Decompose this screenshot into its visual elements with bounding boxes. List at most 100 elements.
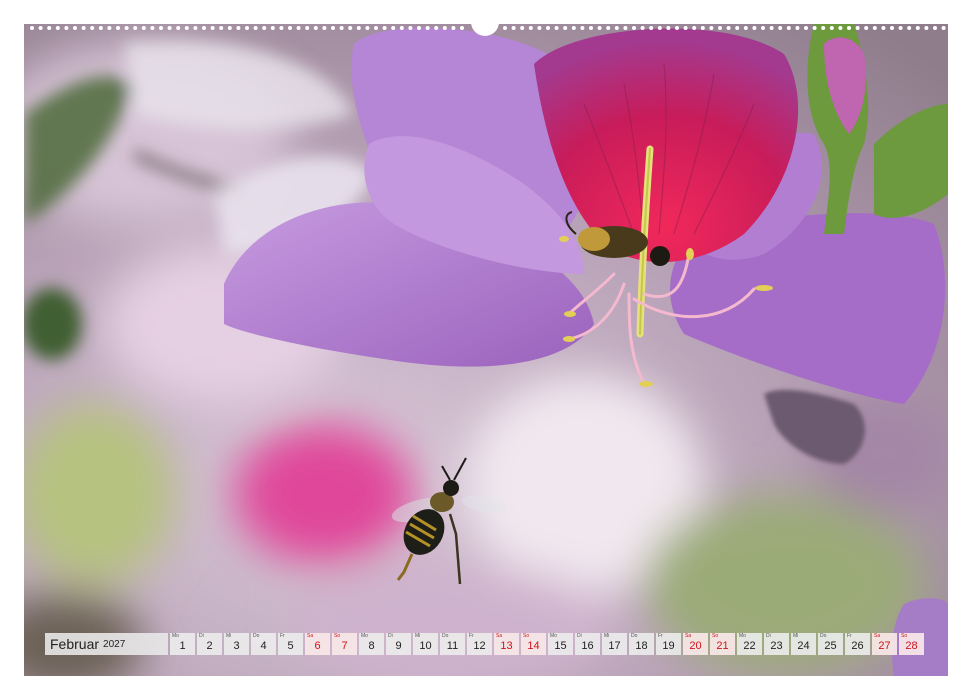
binding-hole: [503, 26, 507, 30]
day-number: 25: [824, 640, 837, 652]
day-cell: Fr 12: [467, 633, 492, 655]
binding-hole: [786, 26, 791, 30]
binding-hole: [348, 26, 353, 30]
day-number: 5: [287, 640, 294, 652]
binding-hole: [520, 26, 525, 30]
day-number: 13: [500, 640, 513, 652]
binding-hole: [167, 26, 172, 30]
binding-hole: [425, 26, 430, 30]
binding-hole: [270, 26, 275, 30]
day-cell: Mi 17: [602, 633, 627, 655]
day-number: 27: [878, 640, 891, 652]
binding-hole: [253, 26, 258, 30]
binding-hole: [124, 26, 129, 30]
binding-hole: [649, 26, 654, 30]
binding-hole: [554, 26, 559, 30]
binding-hole: [356, 26, 361, 30]
day-cell: Mi 24: [791, 633, 816, 655]
day-cell: Mo 22: [737, 633, 762, 655]
binding-hole: [907, 26, 912, 30]
binding-hole: [752, 26, 757, 30]
day-cell: Di 2: [197, 633, 222, 655]
binding-hole: [90, 26, 95, 30]
day-cell: Di 23: [764, 633, 789, 655]
binding-hole: [812, 26, 817, 30]
binding-hole: [511, 26, 516, 30]
binding-hole: [657, 26, 662, 30]
day-cell: Mo 1: [170, 633, 195, 655]
binding-hole: [726, 26, 731, 30]
binding-hole: [133, 26, 138, 30]
binding-hole: [709, 26, 714, 30]
binding-hole: [838, 26, 843, 30]
binding-hole: [442, 26, 447, 30]
day-cell: So 14: [521, 633, 546, 655]
binding-hole: [288, 26, 292, 30]
binding-hole: [804, 26, 808, 30]
binding-hole: [606, 26, 611, 30]
binding-hole: [700, 26, 705, 30]
binding-hole: [55, 26, 60, 30]
day-number: 10: [419, 640, 432, 652]
binding-hole: [227, 26, 232, 30]
day-number: 28: [905, 640, 918, 652]
binding-hole: [141, 26, 146, 30]
binding-hole: [64, 26, 69, 30]
day-number: 20: [689, 640, 702, 652]
day-cell: So 28: [899, 633, 924, 655]
day-cell: Di 9: [386, 633, 411, 655]
day-number: 24: [797, 640, 810, 652]
binding-hole: [675, 26, 679, 30]
day-number: 1: [179, 640, 186, 652]
day-cell: Fr 5: [278, 633, 303, 655]
binding-hole: [219, 26, 224, 30]
binding-hole: [735, 26, 740, 30]
binding-hole: [718, 26, 722, 30]
day-cell: Fr 19: [656, 633, 681, 655]
binding-hole: [829, 26, 834, 30]
binding-hole: [881, 26, 886, 30]
day-number: 6: [314, 640, 321, 652]
binding-hole: [159, 26, 163, 30]
day-cell: Sa 20: [683, 633, 708, 655]
day-cell: Do 4: [251, 633, 276, 655]
day-number: 23: [770, 640, 783, 652]
day-number: 2: [206, 640, 213, 652]
binding-hole: [245, 26, 249, 30]
binding-hole: [915, 26, 920, 30]
day-number: 15: [554, 640, 567, 652]
binding-hole: [382, 26, 387, 30]
binding-hole: [924, 26, 929, 30]
binding-hole: [279, 26, 284, 30]
day-number: 17: [608, 640, 621, 652]
day-cell: Mi 3: [224, 633, 249, 655]
day-cell: Sa 27: [872, 633, 897, 655]
day-number: 19: [662, 640, 675, 652]
day-number: 22: [743, 640, 756, 652]
binding-hole: [872, 26, 877, 30]
binding-hole: [322, 26, 327, 30]
day-cell: Mi 10: [413, 633, 438, 655]
day-cell: Do 18: [629, 633, 654, 655]
binding-hole: [692, 26, 697, 30]
day-cell: Sa 13: [494, 633, 519, 655]
day-number: 11: [446, 640, 459, 652]
binding-hole: [210, 26, 215, 30]
year-label: 2027: [103, 638, 126, 650]
binding-hole: [537, 26, 542, 30]
day-cell: Do 25: [818, 633, 843, 655]
day-number: 3: [233, 640, 240, 652]
binding-hole: [47, 26, 52, 30]
binding-hole: [941, 26, 946, 30]
binding-hole: [150, 26, 155, 30]
month-name: Februar: [50, 636, 100, 652]
calendar-photo: [24, 24, 948, 676]
day-cell: Di 16: [575, 633, 600, 655]
binding-hole: [666, 26, 671, 30]
day-cell: Sa 6: [305, 633, 330, 655]
binding-hole: [821, 26, 826, 30]
binding-hole: [399, 26, 404, 30]
binding-hole: [864, 26, 869, 30]
day-cell: Do 11: [440, 633, 465, 655]
binding-hole: [38, 26, 43, 30]
